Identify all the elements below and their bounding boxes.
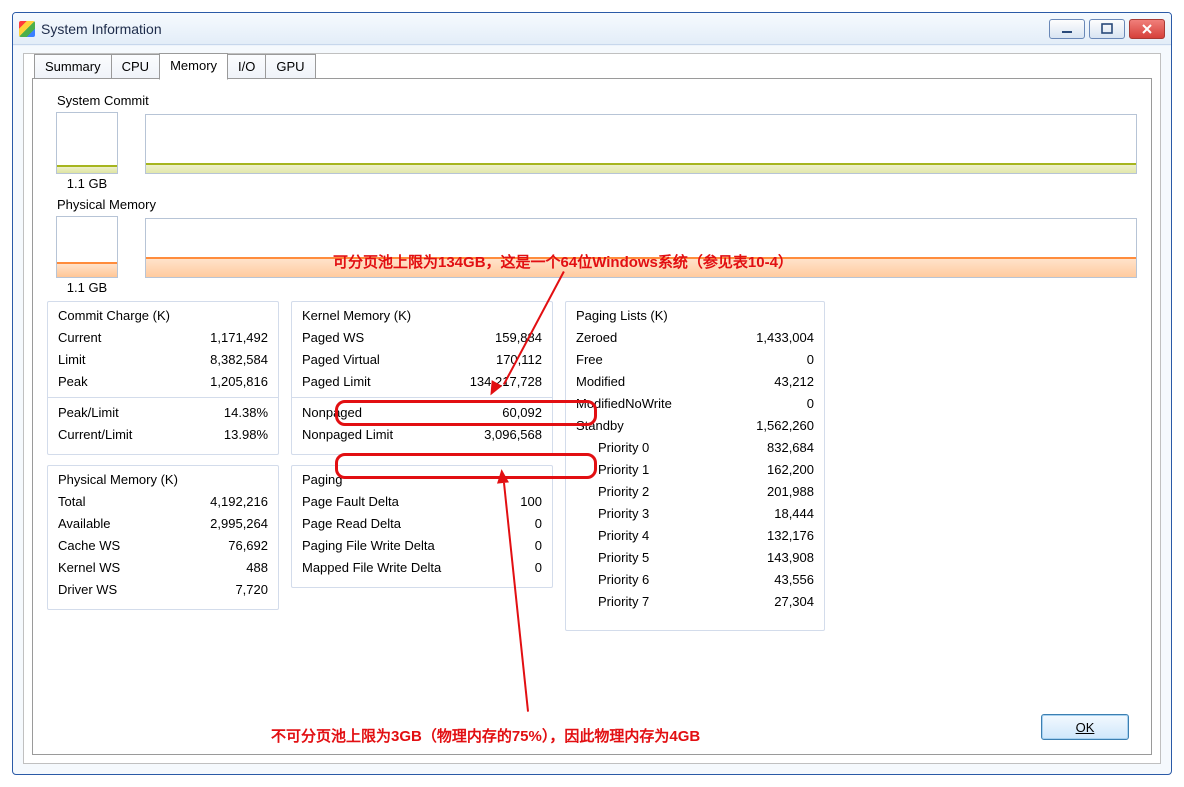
pagedlimit-value: 134,217,728 [452,371,542,393]
nonpagedlimit-label: Nonpaged Limit [302,424,393,446]
tab-summary[interactable]: Summary [34,54,112,81]
standby-label: Standby [576,415,624,437]
pagedvirtual-value: 170,112 [452,349,542,371]
peak-limit-value: 14.38% [178,402,268,424]
current-limit-value: 13.98% [178,424,268,446]
priority2-value: 201,988 [724,481,814,503]
zeroed-label: Zeroed [576,327,617,349]
commit-thumb-value: 1.1 GB [67,176,107,191]
kernelws-value: 488 [178,557,268,579]
physmem-thumbnail [56,216,118,278]
peak-limit-label: Peak/Limit [58,402,119,424]
minimize-button[interactable] [1049,19,1085,39]
pagefaultdelta-value: 100 [452,491,542,513]
ok-button[interactable]: OK [1041,714,1129,740]
free-label: Free [576,349,603,371]
kernel-memory-panel: Kernel Memory (K) Paged WS 159,884 Paged … [291,301,553,455]
titlebar[interactable]: System Information [13,13,1171,45]
memory-tab-page: System Commit 1.1 GB Physical Memory [32,78,1152,755]
physmem-panel-title: Physical Memory (K) [58,472,268,487]
close-button[interactable] [1129,19,1165,39]
priority3-label: Priority 3 [576,503,649,525]
physical-memory-panel: Physical Memory (K) Total 4,192,216 Avail… [47,465,279,610]
available-value: 2,995,264 [178,513,268,535]
priority7-value: 27,304 [724,591,814,613]
commit-limit-label: Limit [58,349,85,371]
system-information-window: System Information Summary CPU Memory I/… [12,12,1172,775]
system-commit-label: System Commit [57,93,1137,108]
tab-strip: Summary CPU Memory I/O GPU [34,53,315,80]
priority6-value: 43,556 [724,569,814,591]
mappedfilewritedelta-value: 0 [452,557,542,579]
modified-label: Modified [576,371,625,393]
pagedws-label: Paged WS [302,327,364,349]
nonpaged-label: Nonpaged [302,402,362,424]
paging-panel: Paging Page Fault Delta 100 Page Read Del… [291,465,553,588]
total-label: Total [58,491,85,513]
priority4-value: 132,176 [724,525,814,547]
standby-value: 1,562,260 [724,415,814,437]
commit-limit-value: 8,382,584 [178,349,268,371]
driverws-label: Driver WS [58,579,117,601]
priority0-label: Priority 0 [576,437,649,459]
priority0-value: 832,684 [724,437,814,459]
physmem-thumb-value: 1.1 GB [67,280,107,295]
commit-current-value: 1,171,492 [178,327,268,349]
priority6-label: Priority 6 [576,569,649,591]
commit-history-graph [145,114,1137,174]
maximize-button[interactable] [1089,19,1125,39]
cachews-label: Cache WS [58,535,120,557]
modified-value: 43,212 [724,371,814,393]
window-title: System Information [41,21,162,37]
priority4-label: Priority 4 [576,525,649,547]
physmem-history-graph [145,218,1137,278]
pagedvirtual-label: Paged Virtual [302,349,380,371]
pagedlimit-label: Paged Limit [302,371,371,393]
paging-lists-title: Paging Lists (K) [576,308,814,323]
client-area: Summary CPU Memory I/O GPU System Commit… [23,53,1161,764]
pagingfilewritedelta-label: Paging File Write Delta [302,535,435,557]
current-limit-label: Current/Limit [58,424,132,446]
free-value: 0 [724,349,814,371]
modifiednowrite-label: ModifiedNoWrite [576,393,672,415]
paging-title: Paging [302,472,542,487]
driverws-value: 7,720 [178,579,268,601]
app-icon [19,21,35,37]
kernelws-label: Kernel WS [58,557,120,579]
priority5-label: Priority 5 [576,547,649,569]
priority5-value: 143,908 [724,547,814,569]
modifiednowrite-value: 0 [724,393,814,415]
priority3-value: 18,444 [724,503,814,525]
mappedfilewritedelta-label: Mapped File Write Delta [302,557,441,579]
tab-gpu[interactable]: GPU [265,54,315,81]
tab-cpu[interactable]: CPU [111,54,160,81]
available-label: Available [58,513,111,535]
priority2-label: Priority 2 [576,481,649,503]
pagingfilewritedelta-value: 0 [452,535,542,557]
pagefaultdelta-label: Page Fault Delta [302,491,399,513]
paging-lists-panel: Paging Lists (K) Zeroed 1,433,004 Free 0 M… [565,301,825,631]
commit-peak-label: Peak [58,371,88,393]
commit-thumbnail [56,112,118,174]
zeroed-value: 1,433,004 [724,327,814,349]
priority7-label: Priority 7 [576,591,649,613]
priority1-value: 162,200 [724,459,814,481]
commit-current-label: Current [58,327,101,349]
commit-charge-panel: Commit Charge (K) Current 1,171,492 Limit… [47,301,279,455]
kernel-memory-title: Kernel Memory (K) [302,308,542,323]
tab-io[interactable]: I/O [227,54,266,81]
nonpaged-value: 60,092 [452,402,542,424]
pagereaddelta-label: Page Read Delta [302,513,401,535]
priority1-label: Priority 1 [576,459,649,481]
commit-charge-title: Commit Charge (K) [58,308,268,323]
pagereaddelta-value: 0 [452,513,542,535]
pagedws-value: 159,884 [452,327,542,349]
total-value: 4,192,216 [178,491,268,513]
physical-memory-label: Physical Memory [57,197,1137,212]
nonpagedlimit-value: 3,096,568 [452,424,542,446]
commit-peak-value: 1,205,816 [178,371,268,393]
cachews-value: 76,692 [178,535,268,557]
tab-memory[interactable]: Memory [159,53,228,80]
